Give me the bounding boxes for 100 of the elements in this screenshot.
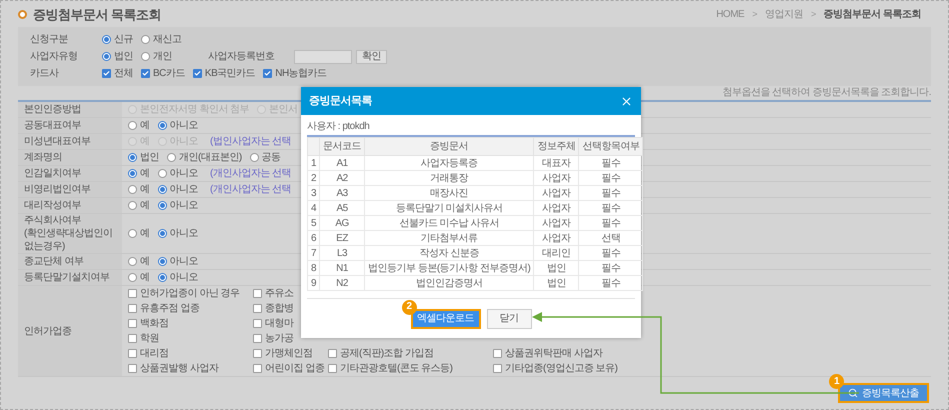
breadcrumb-item[interactable]: 영업지원 [764, 8, 803, 20]
confirm-button[interactable]: 확인 [356, 50, 387, 64]
checkbox-label: 공제(직판)조합 가입점 [340, 347, 434, 360]
radio-button[interactable] [250, 153, 259, 162]
radio-label: 예 [140, 119, 150, 132]
checkbox[interactable] [253, 304, 262, 313]
table-cell: 사업자 [534, 170, 579, 186]
table-cell: A3 [320, 186, 365, 200]
checkbox[interactable] [328, 349, 337, 358]
radio-label: 법인 [140, 151, 159, 164]
checkbox[interactable] [128, 289, 137, 298]
checkbox[interactable] [102, 69, 111, 78]
checkbox-label: 유흥주점 업종 [140, 302, 200, 315]
radio-label: 재신고 [153, 33, 182, 46]
checkbox[interactable] [253, 364, 262, 373]
table-cell: 1 [308, 156, 320, 170]
radio-label: 예 [140, 227, 150, 240]
table-cell: 필수 [578, 170, 643, 186]
radio-button[interactable] [158, 229, 166, 238]
checkbox-label: 전체 [114, 67, 133, 80]
checkbox-label: NH농협카드 [275, 67, 327, 80]
radio-button[interactable] [128, 257, 137, 266]
form-label: 카드사 [30, 67, 60, 80]
radio-button[interactable] [128, 273, 137, 282]
table-cell: 사업자 [534, 200, 579, 216]
radio-button[interactable] [141, 35, 150, 44]
radio-button[interactable] [102, 35, 111, 44]
close-icon[interactable] [620, 94, 633, 108]
radio-button[interactable] [128, 121, 137, 130]
close-button[interactable]: 닫기 [486, 308, 532, 328]
radio-label: 예 [140, 271, 150, 284]
radio-button[interactable] [141, 52, 150, 61]
checkbox-label: 주유소 [265, 287, 294, 300]
radio-button[interactable] [158, 121, 166, 130]
generate-list-button[interactable]: 증빙목록산출 [838, 383, 929, 403]
table-cell: 필수 [578, 186, 643, 200]
checkbox-label: 가맹체인점 [265, 347, 312, 360]
checkbox[interactable] [493, 364, 502, 373]
column-header: 선택항목여부 [578, 138, 643, 156]
row-label: 공동대표여부 [24, 119, 82, 132]
table-cell: 9 [308, 276, 320, 290]
table-cell: 등록단말기 미설치사유서 [364, 200, 534, 216]
note-text: (개인사업자는 선택 [210, 183, 292, 196]
breadcrumb-separator: > [810, 8, 816, 20]
radio-button[interactable] [158, 273, 166, 282]
checkbox[interactable] [253, 319, 262, 328]
radio-button[interactable] [128, 153, 137, 162]
radio-button[interactable] [102, 52, 111, 61]
table-cell: 필수 [578, 216, 643, 230]
radio-label: 예 [140, 199, 150, 212]
checkbox[interactable] [493, 349, 502, 358]
checkbox[interactable] [253, 289, 262, 298]
radio-button[interactable] [167, 153, 176, 162]
checkbox[interactable] [263, 69, 272, 78]
checkbox-label: 백화점 [140, 317, 168, 330]
radio-label: 아니오 [170, 167, 198, 180]
hint-text: 첨부옵션을 선택하여 증빙문서목록을 조회합니다. [722, 86, 931, 99]
table-cell: 6 [308, 230, 320, 246]
checkbox[interactable] [128, 334, 137, 343]
radio-label: 아니오 [170, 255, 198, 268]
checkbox[interactable] [141, 69, 150, 78]
row-label: 종교단체 여부 [24, 255, 84, 268]
checkbox[interactable] [253, 334, 262, 343]
checkbox-label: 대리점 [140, 347, 168, 360]
table-cell: AG [320, 216, 365, 230]
table-cell: 작성자 신분증 [364, 246, 534, 260]
radio-label: 신규 [114, 33, 133, 46]
form-label: 사업자유형 [30, 50, 78, 63]
radio-button[interactable] [158, 169, 166, 178]
radio-button[interactable] [158, 201, 166, 210]
table-cell: 8 [308, 260, 320, 276]
form-label: 사업자등록번호 [208, 50, 276, 63]
checkbox[interactable] [253, 349, 262, 358]
radio-button[interactable] [128, 185, 137, 194]
business-number-field[interactable] [294, 50, 352, 64]
checkbox[interactable] [128, 349, 137, 358]
table-cell: 사업자 [534, 230, 579, 246]
checkbox[interactable] [128, 304, 137, 313]
radio-button[interactable] [158, 185, 166, 194]
radio-button[interactable] [128, 201, 137, 210]
radio-button[interactable] [158, 257, 166, 266]
row-label: 인감일치여부 [24, 167, 82, 180]
breadcrumb-item: 증빙첨부문서 목록조회 [824, 8, 921, 20]
checkbox[interactable] [128, 319, 137, 328]
breadcrumb-item[interactable]: HOME [716, 8, 744, 20]
bullet-icon [18, 10, 27, 18]
checkbox-label: BC카드 [153, 67, 185, 80]
radio-button[interactable] [128, 229, 137, 238]
radio-button[interactable] [128, 169, 137, 178]
checkbox[interactable] [328, 364, 337, 373]
radio-label: 법인 [114, 50, 133, 63]
table-cell: 기타첨부서류 [364, 230, 534, 246]
table-cell: A5 [320, 200, 365, 216]
excel-download-button[interactable]: 엑셀다운로드 [410, 308, 480, 328]
checkbox[interactable] [192, 69, 202, 78]
radio-label: 아니오 [170, 119, 198, 132]
checkbox[interactable] [128, 364, 137, 373]
table-cell: A1 [320, 156, 365, 170]
row-label: 인허가업종 [24, 324, 72, 338]
radio-label: 예 [140, 167, 150, 180]
